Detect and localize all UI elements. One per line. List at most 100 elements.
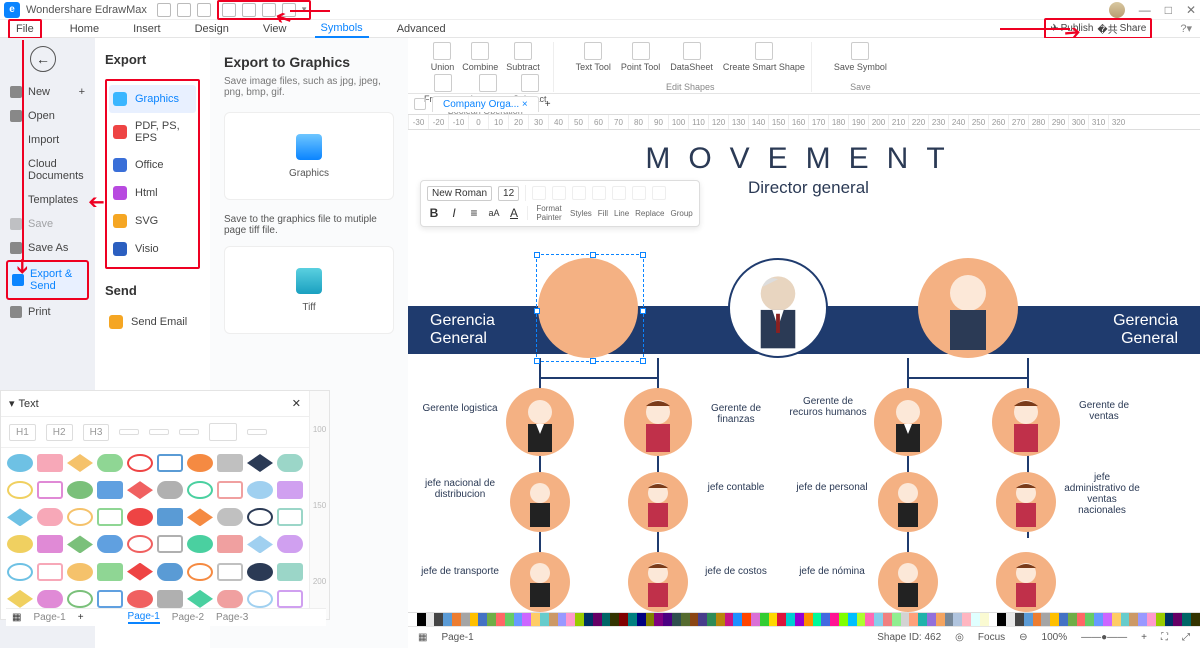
zoom-out-icon[interactable]: ⊖ bbox=[1019, 632, 1027, 643]
shape-thumb[interactable] bbox=[37, 481, 63, 499]
send-email[interactable]: Send Email bbox=[105, 308, 200, 336]
union-button[interactable]: Union bbox=[431, 42, 455, 72]
shape-thumb[interactable] bbox=[277, 563, 303, 581]
save-symbol-button[interactable]: Save Symbol bbox=[834, 42, 887, 72]
fm-save[interactable]: Save bbox=[6, 212, 89, 236]
textcase-icon[interactable]: aA bbox=[487, 208, 501, 218]
pt-2[interactable]: Page-2 bbox=[172, 612, 204, 623]
shape-thumb[interactable] bbox=[217, 508, 243, 526]
export-svg[interactable]: SVG bbox=[109, 207, 196, 235]
format-painter-icon[interactable] bbox=[532, 186, 546, 200]
shape-thumb[interactable] bbox=[67, 535, 93, 553]
shape-thumb[interactable] bbox=[277, 535, 303, 553]
bold-icon[interactable]: B bbox=[427, 206, 441, 220]
shape-thumb[interactable] bbox=[67, 563, 93, 581]
h3-button[interactable]: H3 bbox=[83, 424, 110, 441]
text-opt4[interactable] bbox=[247, 429, 267, 435]
layout-icon[interactable]: ▦ bbox=[418, 632, 427, 643]
shape-thumb[interactable] bbox=[67, 481, 93, 499]
p-r3-a[interactable] bbox=[510, 552, 570, 612]
menu-design[interactable]: Design bbox=[189, 21, 235, 37]
redo-icon[interactable] bbox=[177, 3, 191, 17]
minimize-icon[interactable]: — bbox=[1139, 3, 1151, 17]
shape-thumb[interactable] bbox=[37, 508, 63, 526]
shape-thumb[interactable] bbox=[97, 535, 123, 553]
back-button[interactable]: ← bbox=[30, 46, 56, 72]
shape-thumb[interactable] bbox=[37, 590, 63, 608]
styles-icon[interactable] bbox=[552, 186, 566, 200]
close-icon[interactable]: ✕ bbox=[1186, 3, 1196, 17]
menu-insert[interactable]: Insert bbox=[127, 21, 167, 37]
shape-thumb[interactable] bbox=[217, 454, 243, 472]
shape-thumb[interactable] bbox=[127, 508, 153, 526]
textbox-opt[interactable] bbox=[209, 423, 237, 441]
shape-thumb[interactable] bbox=[277, 590, 303, 608]
smart-shape-button[interactable]: Create Smart Shape bbox=[723, 42, 805, 72]
shape-thumb[interactable] bbox=[7, 535, 33, 553]
shape-thumb[interactable] bbox=[97, 508, 123, 526]
menu-file[interactable]: File bbox=[8, 19, 42, 39]
close-dock-icon[interactable]: ✕ bbox=[292, 397, 301, 410]
combine-button[interactable]: Combine bbox=[462, 42, 498, 72]
shape-thumb[interactable] bbox=[217, 590, 243, 608]
h1-button[interactable]: H1 bbox=[9, 424, 36, 441]
shape-thumb[interactable] bbox=[157, 454, 183, 472]
export-visio[interactable]: Visio bbox=[109, 235, 196, 263]
subtract-button[interactable]: Subtract bbox=[506, 42, 540, 72]
shape-thumb[interactable] bbox=[187, 535, 213, 553]
fullscreen-icon[interactable]: ⤢ bbox=[1182, 632, 1190, 643]
zoom-in-icon[interactable]: + bbox=[1141, 632, 1147, 643]
shape-thumb[interactable] bbox=[277, 481, 303, 499]
p-r1-a[interactable] bbox=[506, 388, 574, 456]
export-pdf[interactable]: PDF, PS, EPS bbox=[109, 113, 196, 151]
p-r2-d[interactable] bbox=[996, 472, 1056, 532]
export-graphics[interactable]: Graphics bbox=[109, 85, 196, 113]
shape-thumb[interactable] bbox=[277, 454, 303, 472]
italic-icon[interactable]: I bbox=[447, 206, 461, 220]
new-icon[interactable] bbox=[197, 3, 211, 17]
graphics-card[interactable]: Graphics bbox=[224, 112, 394, 200]
p-r3-b[interactable] bbox=[628, 552, 688, 612]
p-r1-d[interactable] bbox=[992, 388, 1060, 456]
color-palette-bar[interactable] bbox=[408, 612, 1200, 626]
p-r2-c[interactable] bbox=[878, 472, 938, 532]
align-icon[interactable]: ≡ bbox=[467, 206, 481, 220]
fm-import[interactable]: Import bbox=[6, 128, 89, 152]
shape-thumb[interactable] bbox=[247, 454, 273, 472]
export-office[interactable]: Office bbox=[109, 151, 196, 179]
shape-thumb[interactable] bbox=[97, 454, 123, 472]
shape-thumb[interactable] bbox=[7, 508, 33, 526]
p-r1-b[interactable] bbox=[624, 388, 692, 456]
h2-button[interactable]: H2 bbox=[46, 424, 73, 441]
fm-new[interactable]: New+ bbox=[6, 80, 89, 104]
status-page1[interactable]: Page-1 bbox=[441, 632, 473, 643]
pages-icon[interactable]: ▦ bbox=[12, 612, 21, 623]
menu-advanced[interactable]: Advanced bbox=[391, 21, 452, 37]
point-tool-button[interactable]: Point Tool bbox=[621, 42, 660, 72]
text-tool-button[interactable]: Text Tool bbox=[576, 42, 611, 72]
shape-thumb[interactable] bbox=[247, 508, 273, 526]
shape-thumb[interactable] bbox=[187, 590, 213, 608]
shape-thumb[interactable] bbox=[157, 535, 183, 553]
collapse-icon[interactable]: ▾ bbox=[9, 397, 15, 410]
shape-thumb[interactable] bbox=[97, 590, 123, 608]
text-opt3[interactable] bbox=[179, 429, 199, 435]
shape-thumb[interactable] bbox=[247, 590, 273, 608]
undo-icon[interactable] bbox=[157, 3, 171, 17]
help-icon[interactable]: ?▾ bbox=[1180, 22, 1192, 35]
menu-home[interactable]: Home bbox=[64, 21, 105, 37]
pt-1[interactable]: Page-1 bbox=[33, 612, 65, 623]
maximize-icon[interactable]: □ bbox=[1165, 3, 1172, 17]
add-page-icon[interactable]: + bbox=[78, 612, 84, 623]
more-icon[interactable] bbox=[652, 186, 666, 200]
target-icon[interactable]: ◎ bbox=[955, 632, 964, 643]
shape-thumb[interactable] bbox=[7, 454, 33, 472]
shape-thumb[interactable] bbox=[67, 454, 93, 472]
shape-thumb[interactable] bbox=[247, 563, 273, 581]
shape-thumb[interactable] bbox=[127, 563, 153, 581]
selection-box[interactable] bbox=[536, 254, 644, 362]
home-tab-icon[interactable] bbox=[414, 98, 426, 110]
shape-thumb[interactable] bbox=[37, 535, 63, 553]
pt-3[interactable]: Page-3 bbox=[216, 612, 248, 623]
shape-thumb[interactable] bbox=[127, 590, 153, 608]
